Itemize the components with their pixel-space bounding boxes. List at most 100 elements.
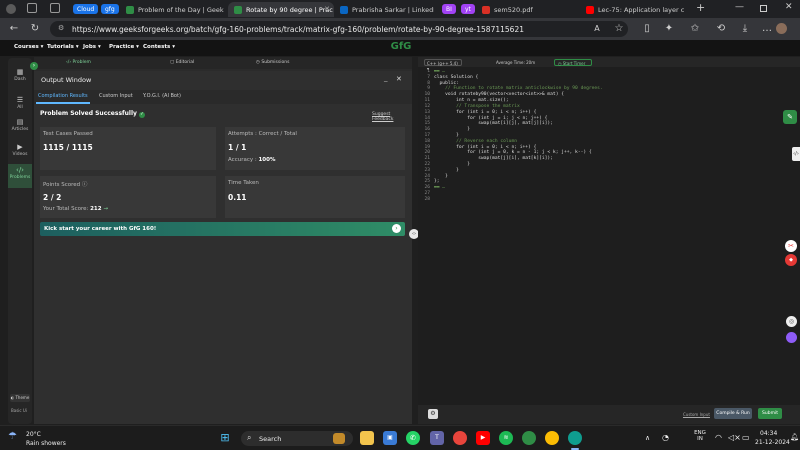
chrome-alt-icon[interactable]	[545, 431, 559, 445]
profile-avatar[interactable]	[776, 23, 787, 34]
chat-widget-icon[interactable]: ✎	[783, 110, 797, 124]
sidebar-item-dash[interactable]: ▦ Dash	[8, 68, 32, 82]
tab-problem[interactable]: ‹/› Problem	[66, 60, 91, 65]
reload-icon[interactable]: ↻	[28, 22, 42, 36]
youtube-music-icon[interactable]: ▶	[476, 431, 490, 445]
banner-arrow-icon[interactable]: ›	[392, 224, 401, 233]
expand-panel-icon[interactable]: ‹/›	[792, 147, 800, 161]
menu-jobs[interactable]: Jobs ▾	[83, 44, 101, 50]
notifications-bell-icon[interactable]: 🔔︎	[790, 433, 799, 441]
address-bar[interactable]: ⚙ https://www.geeksforgeeks.org/batch/gf…	[50, 21, 628, 37]
browser-profile-icon[interactable]	[6, 4, 16, 14]
tab-yogi-bot[interactable]: Y.O.G.I. (AI Bot)	[143, 93, 181, 99]
menu-tutorials[interactable]: Tutorials ▾	[47, 44, 79, 50]
read-aloud-icon[interactable]: A	[590, 22, 604, 36]
spotify-icon[interactable]: ≋	[499, 431, 513, 445]
sidebar-item-articles[interactable]: ▤ Articles	[8, 118, 32, 132]
menu-courses[interactable]: Courses ▾	[14, 44, 43, 50]
custom-input-link[interactable]: Custom Input	[683, 412, 710, 417]
sidebar-footer-label[interactable]: Basic Ui	[11, 408, 27, 413]
show-hidden-icons[interactable]: ∧	[645, 434, 650, 442]
submit-button[interactable]: Submit	[758, 408, 782, 419]
theme-toggle[interactable]: ◐ Theme	[10, 394, 30, 402]
split-screen-icon[interactable]: ▯	[640, 22, 654, 36]
tab-group-gfg[interactable]: gfg	[101, 4, 119, 14]
favorites-icon[interactable]: ✩	[688, 22, 702, 36]
settings-gear-icon[interactable]: ⚙	[428, 409, 438, 419]
app-icon[interactable]	[522, 431, 536, 445]
compile-run-button[interactable]: Compile & Run	[714, 408, 752, 419]
start-timer-button[interactable]: ◷ Start Timer	[554, 59, 592, 66]
site-info-icon[interactable]: ⚙	[58, 24, 64, 32]
tab-submissions[interactable]: ◷ Submissions	[256, 60, 289, 65]
extension-purple-icon[interactable]	[786, 332, 797, 343]
language-select[interactable]: C++ (g++ 5.4) ▾	[424, 59, 462, 71]
gfg160-banner[interactable]: Kick start your career with GfG 160! ›	[40, 222, 405, 236]
tab-label: Lec-75: Application layer c	[598, 6, 685, 14]
tab-lec75[interactable]: Lec-75: Application layer c	[580, 2, 690, 17]
chrome-icon[interactable]	[453, 431, 467, 445]
tab-compilation-results[interactable]: Compilation Results	[38, 93, 88, 99]
tab-editorial[interactable]: ▢ Editorial	[170, 60, 194, 65]
maximize-window-icon[interactable]	[760, 5, 767, 12]
accuracy-line: Accuracy : 100%	[228, 157, 276, 163]
browser-tab-strip: Cloud gfg Problem of the Day | Geek Rota…	[0, 0, 800, 18]
sidebar-toggle-icon[interactable]: ›	[30, 62, 38, 70]
teams-icon[interactable]: T	[430, 431, 444, 445]
tab-custom-input[interactable]: Custom Input	[99, 93, 133, 99]
more-options-icon[interactable]: …	[760, 22, 774, 36]
tab-group-yt[interactable]: yt	[461, 4, 475, 14]
vertical-tabs-icon[interactable]	[50, 3, 60, 13]
favorite-star-icon[interactable]: ☆	[612, 22, 626, 36]
weather-rain-icon: ☂	[8, 431, 17, 442]
close-window-icon[interactable]: ✕	[785, 2, 793, 12]
network-icon[interactable]: ◔	[662, 433, 669, 442]
minimize-window-icon[interactable]: —	[735, 2, 744, 12]
extension-widget-icon[interactable]: ✂	[785, 240, 797, 252]
edge-icon[interactable]	[568, 431, 582, 445]
minimize-output-icon[interactable]: _	[384, 74, 388, 82]
file-explorer-icon[interactable]	[360, 431, 374, 445]
info-icon[interactable]: ⓘ	[82, 182, 88, 188]
windows-start-icon[interactable]: ⊞	[218, 431, 232, 445]
output-window: Output Window _ ✕ Compilation Results Cu…	[34, 71, 412, 424]
menu-contests[interactable]: Contests ▾	[143, 44, 175, 50]
back-arrow-icon[interactable]: ←	[7, 22, 21, 36]
attempts-label: Attempts : Correct / Total	[228, 131, 297, 137]
wifi-icon[interactable]: ◠	[715, 433, 722, 442]
new-tab-icon[interactable]: +	[696, 1, 705, 14]
clock-date[interactable]: 21-12-2024	[755, 439, 790, 446]
downloads-icon[interactable]: ⤓	[738, 22, 752, 36]
tab-rotate-by-90[interactable]: Rotate by 90 degree | Prac ✕	[228, 2, 334, 17]
tab-group-bi[interactable]: BI	[442, 4, 456, 14]
extensions-icon[interactable]: ✦	[662, 22, 676, 36]
line-number: 28	[424, 196, 430, 202]
volume-icon[interactable]: ◁×	[728, 433, 741, 442]
taskbar-search-box[interactable]: ⌕ Search	[241, 431, 353, 446]
battery-icon[interactable]: ▭	[742, 433, 750, 442]
extension-ring-icon[interactable]: ◎	[786, 316, 797, 327]
tab-group-cloud[interactable]: Cloud	[73, 4, 99, 14]
suggest-feedback-link[interactable]: Suggest Feedback	[372, 112, 412, 122]
language-indicator[interactable]: ENG IN	[692, 430, 708, 442]
gfg-favicon-icon	[126, 6, 134, 14]
attempts-value: 1 / 1	[228, 143, 247, 152]
extension-red-icon[interactable]: ◆	[785, 254, 797, 266]
gfg-logo[interactable]: GfG	[390, 41, 412, 54]
whatsapp-icon[interactable]: ✆	[406, 431, 420, 445]
code-content[interactable]: ▬▬ … class Solution { public: // Function…	[434, 69, 603, 191]
close-output-icon[interactable]: ✕	[396, 75, 402, 83]
history-icon[interactable]: ⟲	[714, 22, 728, 36]
menu-practice[interactable]: Practice ▾	[109, 44, 139, 50]
sidebar-item-all[interactable]: ☰ All	[8, 96, 32, 110]
sidebar-item-problems[interactable]: ‹/› Problems	[8, 164, 32, 188]
search-icon: ⌕	[247, 433, 252, 442]
tab-actions-icon[interactable]	[27, 3, 37, 13]
tab-problem-of-the-day[interactable]: Problem of the Day | Geek	[120, 2, 228, 17]
sidebar-item-videos[interactable]: ▶ Videos	[8, 143, 32, 157]
tab-sem520-pdf[interactable]: sem520.pdf	[476, 2, 581, 17]
tab-linkedin[interactable]: Prabrisha Sarkar | LinkedIn	[334, 2, 434, 17]
clock-time[interactable]: 04:34	[760, 430, 777, 437]
store-icon[interactable]: ▣	[383, 431, 397, 445]
close-tab-icon[interactable]: ✕	[324, 5, 330, 13]
